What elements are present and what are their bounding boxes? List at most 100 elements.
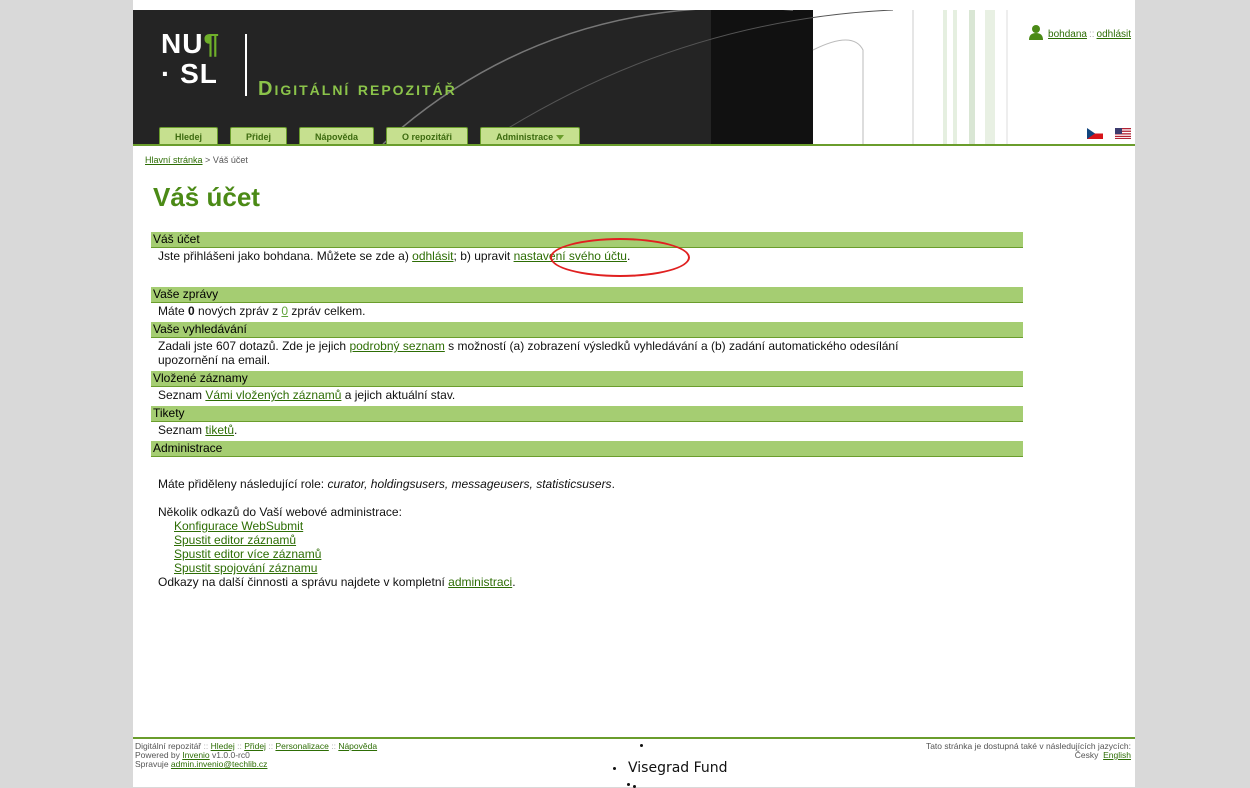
page-title: Váš účet — [153, 182, 260, 212]
messages-text-end: zpráv celkem. — [288, 304, 366, 318]
tickets-text: Seznam — [158, 423, 206, 437]
language-links: Česky English — [926, 751, 1131, 760]
username-link[interactable]: bohdana — [1048, 29, 1087, 40]
logout-link[interactable]: odhlásit — [1097, 29, 1131, 40]
tab-o-repozitari[interactable]: O repozitáři — [386, 127, 469, 144]
section-account: Váš účet Jste přihlášeni jako bohdana. M… — [151, 232, 1023, 277]
roles-list: curator, holdingsusers, messageusers, st… — [327, 477, 612, 491]
chevron-down-icon — [556, 135, 565, 141]
site-header: NU¶ · SL Digitální repozitář bohdana :: … — [133, 10, 1135, 144]
list-item: Konfigurace WebSubmit — [174, 519, 1023, 533]
section-submissions-body: Seznam Vámi vložených záznamů a jejich a… — [151, 387, 1023, 402]
tab-napoveda[interactable]: Nápověda — [299, 127, 375, 144]
tab-hledej[interactable]: Hledej — [159, 127, 219, 144]
lang-current: Česky — [1074, 750, 1099, 760]
section-searches-title: Vaše vyhledávání — [151, 322, 1023, 338]
breadcrumb-home-link[interactable]: Hlavní stránka — [145, 155, 203, 165]
footer-maintained: Spravuje admin.invenio@techlib.cz — [135, 760, 377, 769]
visegrad-text: Visegrad Fund — [628, 760, 728, 776]
footer-link-personalizace[interactable]: Personalizace — [275, 741, 328, 751]
breadcrumb-separator: > — [205, 155, 211, 165]
user-box: bohdana :: odhlásit — [1028, 24, 1131, 40]
admin-links-list: Konfigurace WebSubmit Spustit editor záz… — [158, 519, 1023, 575]
tickets-text-end: . — [234, 423, 238, 437]
language-flags — [1087, 128, 1131, 139]
websubmit-config-link[interactable]: Konfigurace WebSubmit — [174, 519, 303, 533]
breadcrumb-current: Váš účet — [212, 155, 248, 165]
messages-text-mid: nových zpráv z — [194, 304, 282, 318]
logo[interactable]: NU¶ · SL — [161, 30, 220, 88]
admin-more-text: Odkazy na další činnosti a správu najdet… — [158, 575, 449, 589]
header-bottom-border — [133, 144, 1135, 146]
section-submissions-title: Vložené záznamy — [151, 371, 1023, 387]
section-admin: Administrace Máte přiděleny následující … — [151, 441, 1023, 589]
lang-english-link[interactable]: English — [1103, 750, 1131, 760]
section-tickets-title: Tikety — [151, 406, 1023, 422]
searches-text: Zadali jste 607 dotazů. Zde je jejich — [158, 339, 350, 353]
header-decoration — [382, 10, 1008, 144]
account-logout-link[interactable]: odhlásit — [412, 249, 453, 263]
section-submissions: Vložené záznamy Seznam Vámi vložených zá… — [151, 371, 1023, 402]
tab-administrace[interactable]: Administrace — [480, 127, 581, 144]
tab-pridej[interactable]: Přidej — [230, 127, 288, 144]
submissions-text: Seznam — [158, 388, 206, 402]
footer-left: Digitální repozitář :: Hledej :: Přidej … — [135, 742, 377, 769]
section-searches: Vaše vyhledávání Zadali jste 607 dotazů.… — [151, 322, 1023, 367]
main-nav: Hledej Přidej Nápověda O repozitáři Admi… — [159, 127, 581, 144]
account-sections: Váš účet Jste přihlášeni jako bohdana. M… — [151, 232, 1023, 589]
record-merger-link[interactable]: Spustit spojování záznamu — [174, 561, 317, 575]
logo-line1: NU¶ — [161, 28, 221, 59]
full-admin-link[interactable]: administraci — [448, 575, 512, 589]
tickets-link[interactable]: tiketů — [205, 423, 234, 437]
section-searches-body: Zadali jste 607 dotazů. Zde je jejich po… — [151, 338, 958, 367]
new-messages-count: 0 — [188, 304, 195, 318]
account-text-end: . — [626, 249, 631, 263]
logo-divider — [245, 34, 247, 96]
footer-link-napoveda[interactable]: Nápověda — [338, 741, 377, 751]
list-item: Spustit editor více záznamů — [174, 547, 1023, 561]
user-separator: :: — [1088, 29, 1095, 40]
section-admin-body: Máte přiděleny následující role: curator… — [151, 457, 1023, 589]
logo-dot — [613, 767, 616, 770]
admin-email-link[interactable]: admin.invenio@techlib.cz — [171, 759, 268, 769]
account-settings-link[interactable]: nastavení svého účtu — [514, 249, 627, 263]
section-messages-body: Máte 0 nových zpráv z 0 zpráv celkem. — [151, 303, 1023, 318]
roles-end: . — [611, 477, 615, 491]
searches-list-link[interactable]: podrobný seznam — [349, 339, 444, 353]
admin-links-intro: Několik odkazů do Vaší webové administra… — [158, 505, 402, 519]
footer-border — [133, 737, 1135, 739]
section-messages-title: Vaše zprávy — [151, 287, 1023, 303]
section-account-title: Váš účet — [151, 232, 1023, 248]
admin-roles: Máte přiděleny následující role: curator… — [158, 477, 1023, 491]
us-flag-icon[interactable] — [1115, 128, 1131, 139]
section-messages: Vaše zprávy Máte 0 nových zpráv z 0 zprá… — [151, 287, 1023, 318]
section-tickets-body: Seznam tiketů. — [151, 422, 1023, 437]
account-text: Jste přihlášeni jako bohdana. Můžete se … — [158, 249, 413, 263]
account-text-mid: ; b) upravit — [453, 249, 514, 263]
breadcrumb: Hlavní stránka > Váš účet — [145, 155, 248, 165]
cz-flag-icon[interactable] — [1087, 128, 1103, 139]
section-account-body: Jste přihlášeni jako bohdana. Můžete se … — [151, 248, 1023, 263]
list-item: Spustit editor záznamů — [174, 533, 1023, 547]
admin-more-end: . — [512, 575, 516, 589]
user-icon — [1029, 25, 1044, 40]
page-container: NU¶ · SL Digitální repozitář bohdana :: … — [133, 0, 1135, 788]
tab-administrace-label: Administrace — [496, 132, 554, 142]
multi-record-editor-link[interactable]: Spustit editor více záznamů — [174, 547, 321, 561]
footer-sep: :: — [268, 741, 274, 751]
messages-text: Máte — [158, 304, 189, 318]
roles-label: Máte přiděleny následující role: — [158, 477, 328, 491]
submissions-link[interactable]: Vámi vložených záznamů — [205, 388, 341, 402]
record-editor-link[interactable]: Spustit editor záznamů — [174, 533, 296, 547]
list-item: Spustit spojování záznamu — [174, 561, 1023, 575]
submissions-text-end: a jejich aktuální stav. — [341, 388, 456, 402]
logo-dot — [627, 783, 630, 786]
section-admin-title: Administrace — [151, 441, 1023, 457]
footer-right: Tato stránka je dostupná také v následuj… — [926, 742, 1131, 760]
maintained-text: Spravuje — [135, 759, 171, 769]
footer-sep: :: — [331, 741, 336, 751]
logo-dot — [640, 744, 643, 747]
admin-more: Odkazy na další činnosti a správu najdet… — [158, 575, 1023, 589]
site-title: Digitální repozitář — [258, 78, 457, 100]
logo-line2: · SL — [161, 58, 218, 89]
